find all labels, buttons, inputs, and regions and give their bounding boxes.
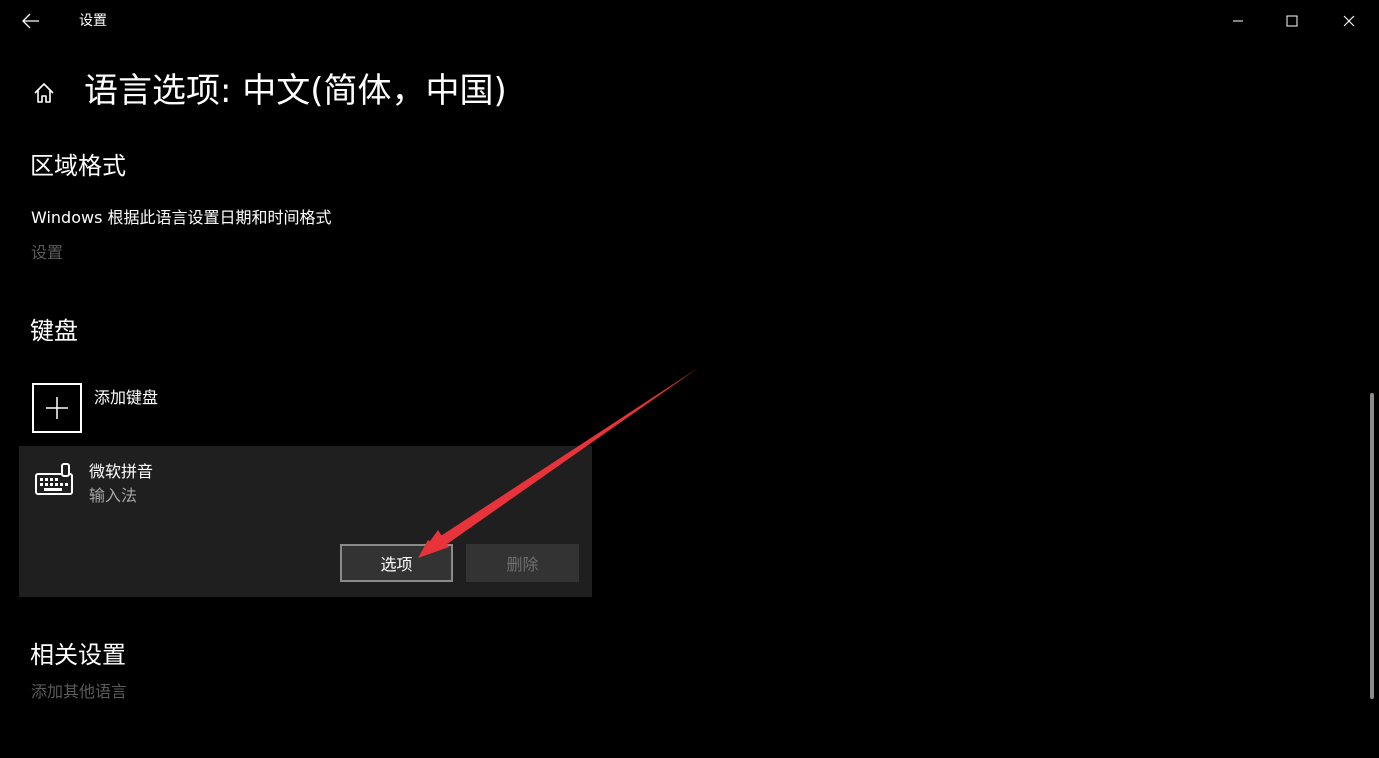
scrollbar[interactable]: [1370, 393, 1374, 699]
close-icon: [1343, 15, 1355, 27]
ime-card-microsoft-pinyin[interactable]: 微软拼音 输入法 选项 删除: [19, 446, 592, 597]
ime-name: 微软拼音: [89, 462, 154, 481]
keyboard-icon: [35, 463, 73, 495]
home-button[interactable]: [30, 79, 58, 107]
home-icon: [34, 83, 54, 103]
related-settings-heading: 相关设置: [30, 641, 126, 669]
add-other-language-link[interactable]: 添加其他语言: [31, 681, 127, 703]
region-format-heading: 区域格式: [30, 152, 126, 180]
page-title: 语言选项: 中文(简体，中国): [84, 71, 507, 111]
maximize-button[interactable]: [1264, 0, 1320, 42]
settings-window: 设置 语言选项: 中文(简体，中国) 区域格式 Windows 根据此语言设置日…: [0, 0, 1379, 758]
minimize-button[interactable]: [1210, 0, 1266, 42]
ime-options-button[interactable]: 选项: [340, 544, 453, 582]
minimize-icon: [1233, 20, 1243, 22]
add-keyboard-label: 添加键盘: [94, 388, 159, 407]
add-keyboard-box: [32, 383, 82, 433]
ime-delete-button[interactable]: 删除: [466, 544, 579, 582]
keyboard-heading: 键盘: [30, 317, 78, 345]
region-settings-link[interactable]: 设置: [31, 242, 63, 264]
plus-icon: [46, 397, 68, 419]
maximize-icon: [1286, 15, 1298, 27]
title-bar: 设置: [0, 0, 1379, 42]
add-keyboard-button[interactable]: 添加键盘: [32, 383, 332, 435]
ime-type: 输入法: [89, 486, 138, 505]
back-button[interactable]: [14, 6, 48, 36]
app-title: 设置: [79, 13, 107, 29]
close-button[interactable]: [1321, 0, 1377, 42]
region-format-description: Windows 根据此语言设置日期和时间格式: [31, 208, 332, 227]
back-arrow-icon: [22, 13, 39, 29]
